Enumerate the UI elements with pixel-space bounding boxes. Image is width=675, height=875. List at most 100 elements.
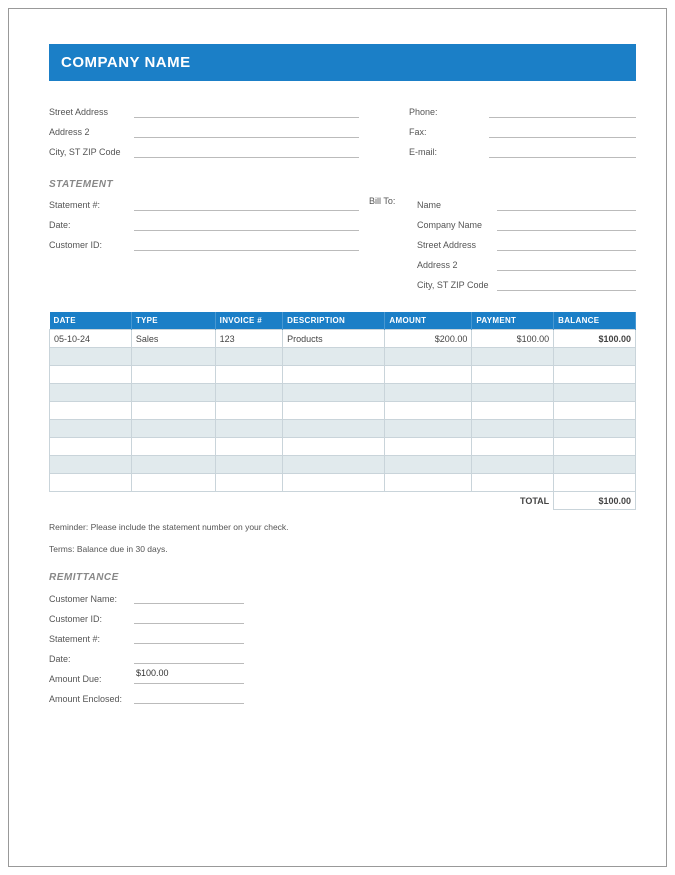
email-input[interactable] xyxy=(489,142,636,158)
cell-balance[interactable] xyxy=(554,438,636,456)
cell-date[interactable] xyxy=(50,420,132,438)
cell-payment[interactable]: $100.00 xyxy=(472,330,554,348)
remit-customer-name-input[interactable] xyxy=(134,588,244,604)
ledger-table: DATE TYPE INVOICE # DESCRIPTION AMOUNT P… xyxy=(49,312,636,510)
statement-number-input[interactable] xyxy=(134,195,359,211)
cell-amount[interactable] xyxy=(385,438,472,456)
cell-type[interactable] xyxy=(131,366,215,384)
cell-type[interactable]: Sales xyxy=(131,330,215,348)
cell-date[interactable] xyxy=(50,456,132,474)
cell-amount[interactable] xyxy=(385,420,472,438)
cell-date[interactable] xyxy=(50,366,132,384)
billto-street-input[interactable] xyxy=(497,235,636,251)
address-contact-block: Street Address Address 2 City, ST ZIP Co… xyxy=(49,101,636,161)
cell-date[interactable] xyxy=(50,438,132,456)
col-date: DATE xyxy=(50,312,132,330)
cell-description[interactable] xyxy=(283,456,385,474)
billto-company-input[interactable] xyxy=(497,215,636,231)
fax-input[interactable] xyxy=(489,122,636,138)
cell-amount[interactable]: $200.00 xyxy=(385,330,472,348)
cell-type[interactable] xyxy=(131,474,215,492)
cell-date[interactable] xyxy=(50,348,132,366)
cell-payment[interactable] xyxy=(472,402,554,420)
cell-payment[interactable] xyxy=(472,456,554,474)
cell-type[interactable] xyxy=(131,402,215,420)
cell-invoice[interactable] xyxy=(215,474,282,492)
cell-description[interactable] xyxy=(283,420,385,438)
cell-invoice[interactable] xyxy=(215,402,282,420)
street-input[interactable] xyxy=(134,102,359,118)
cell-balance[interactable] xyxy=(554,348,636,366)
cell-balance[interactable] xyxy=(554,384,636,402)
billto-city-input[interactable] xyxy=(497,275,636,291)
cell-balance[interactable] xyxy=(554,420,636,438)
cell-payment[interactable] xyxy=(472,438,554,456)
billto-name-input[interactable] xyxy=(497,195,636,211)
cell-payment[interactable] xyxy=(472,348,554,366)
fax-label: Fax: xyxy=(409,127,489,138)
statement-date-input[interactable] xyxy=(134,215,359,231)
cell-invoice[interactable] xyxy=(215,438,282,456)
cell-invoice[interactable] xyxy=(215,384,282,402)
remit-statement-input[interactable] xyxy=(134,628,244,644)
cell-type[interactable] xyxy=(131,348,215,366)
cell-description[interactable] xyxy=(283,474,385,492)
cell-invoice[interactable] xyxy=(215,456,282,474)
billto-heading: Bill To: xyxy=(369,194,409,294)
cell-payment[interactable] xyxy=(472,384,554,402)
cell-description[interactable] xyxy=(283,384,385,402)
cell-type[interactable] xyxy=(131,420,215,438)
cell-invoice[interactable] xyxy=(215,420,282,438)
cell-amount[interactable] xyxy=(385,456,472,474)
cell-date[interactable] xyxy=(50,384,132,402)
cell-amount[interactable] xyxy=(385,402,472,420)
cell-amount[interactable] xyxy=(385,348,472,366)
cell-description[interactable] xyxy=(283,438,385,456)
cell-balance[interactable] xyxy=(554,474,636,492)
cell-amount[interactable] xyxy=(385,366,472,384)
billto-city-row: City, ST ZIP Code xyxy=(417,274,636,291)
cell-balance[interactable] xyxy=(554,456,636,474)
cell-amount[interactable] xyxy=(385,474,472,492)
cell-payment[interactable] xyxy=(472,366,554,384)
remit-amount-enclosed-input[interactable] xyxy=(134,688,244,704)
cell-description[interactable] xyxy=(283,366,385,384)
cell-balance[interactable] xyxy=(554,402,636,420)
phone-label: Phone: xyxy=(409,107,489,118)
address2-input[interactable] xyxy=(134,122,359,138)
cell-invoice[interactable] xyxy=(215,366,282,384)
cell-date[interactable] xyxy=(50,474,132,492)
billto-address2-input[interactable] xyxy=(497,255,636,271)
cell-type[interactable] xyxy=(131,456,215,474)
billto-street-label: Street Address xyxy=(417,240,497,251)
cell-payment[interactable] xyxy=(472,420,554,438)
remit-date-input[interactable] xyxy=(134,648,244,664)
cell-payment[interactable] xyxy=(472,474,554,492)
remit-customer-id-input[interactable] xyxy=(134,608,244,624)
remit-customer-id-row: Customer ID: xyxy=(49,607,636,624)
cell-description[interactable] xyxy=(283,402,385,420)
billto-name-row: Name xyxy=(417,194,636,211)
total-value: $100.00 xyxy=(554,492,636,510)
statement-customerid-input[interactable] xyxy=(134,235,359,251)
cell-date[interactable]: 05-10-24 xyxy=(50,330,132,348)
city-input[interactable] xyxy=(134,142,359,158)
cell-balance[interactable]: $100.00 xyxy=(554,330,636,348)
cell-invoice[interactable]: 123 xyxy=(215,330,282,348)
cell-date[interactable] xyxy=(50,402,132,420)
ledger-total-row: TOTAL $100.00 xyxy=(50,492,636,510)
remit-statement-row: Statement #: xyxy=(49,627,636,644)
cell-amount[interactable] xyxy=(385,384,472,402)
cell-description[interactable]: Products xyxy=(283,330,385,348)
phone-input[interactable] xyxy=(489,102,636,118)
cell-type[interactable] xyxy=(131,384,215,402)
cell-balance[interactable] xyxy=(554,366,636,384)
cell-type[interactable] xyxy=(131,438,215,456)
table-row xyxy=(50,366,636,384)
table-row xyxy=(50,474,636,492)
remit-amount-enclosed-row: Amount Enclosed: xyxy=(49,687,636,704)
cell-invoice[interactable] xyxy=(215,348,282,366)
remittance-block: Customer Name: Customer ID: Statement #:… xyxy=(49,587,636,704)
contact-block: Phone: Fax: E-mail: xyxy=(369,101,636,161)
cell-description[interactable] xyxy=(283,348,385,366)
